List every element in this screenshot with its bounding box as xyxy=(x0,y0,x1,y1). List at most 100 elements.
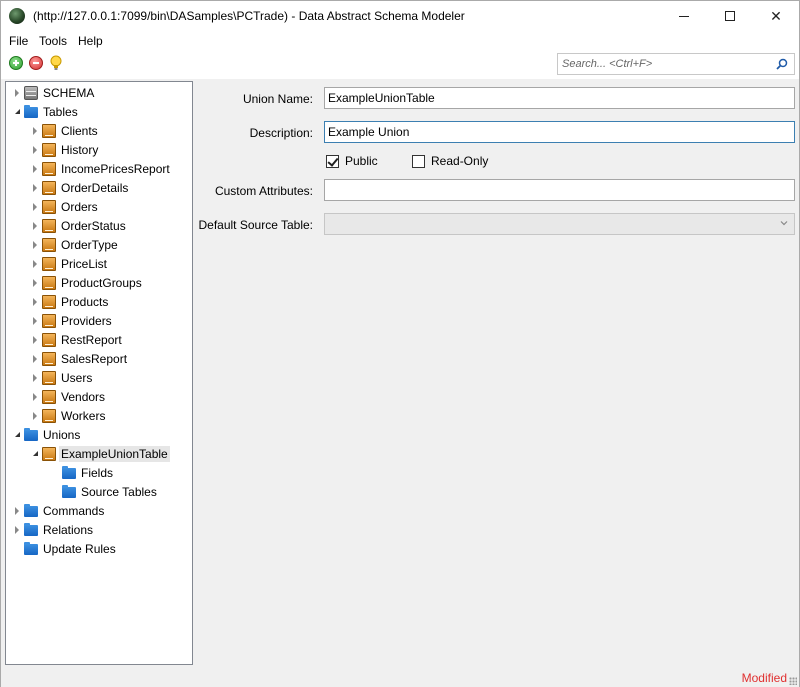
app-window: (http://127.0.0.1:7099/bin\DASamples\PCT… xyxy=(0,0,800,687)
union-name-input[interactable] xyxy=(324,87,795,109)
table-icon xyxy=(42,180,56,195)
folder-icon xyxy=(24,523,38,536)
schema-tree[interactable]: SCHEMA Tables Clients History IncomePrices… xyxy=(5,81,193,665)
expander-icon[interactable] xyxy=(12,88,22,98)
tree-node-table[interactable]: Orders xyxy=(30,197,100,216)
tree-node-schema[interactable]: SCHEMA xyxy=(12,83,96,102)
tree-node-table[interactable]: SalesReport xyxy=(30,349,129,368)
expander-icon[interactable] xyxy=(12,525,22,535)
table-icon xyxy=(42,294,56,309)
resize-grip-icon[interactable] xyxy=(789,677,797,685)
tree-label: ProductGroups xyxy=(61,275,142,290)
expander-icon[interactable] xyxy=(30,316,40,326)
tree-label: Update Rules xyxy=(43,541,116,556)
expander-icon[interactable] xyxy=(30,297,40,307)
tree-node-commands[interactable]: Commands xyxy=(12,501,106,520)
tree-node-table[interactable]: History xyxy=(30,140,100,159)
union-name-label: Union Name: xyxy=(242,92,313,106)
minimize-button[interactable] xyxy=(661,1,707,31)
table-icon xyxy=(42,123,56,138)
search-box[interactable] xyxy=(557,53,795,75)
tree-node-table[interactable]: PriceList xyxy=(30,254,109,273)
tree-node-relations[interactable]: Relations xyxy=(12,520,95,539)
expander-icon[interactable] xyxy=(30,183,40,193)
search-input[interactable] xyxy=(558,54,768,74)
menu-help[interactable]: Help xyxy=(78,34,103,48)
folder-icon xyxy=(62,466,76,479)
custom-attributes-label: Custom Attributes: xyxy=(214,184,313,198)
tree-node-table[interactable]: RestReport xyxy=(30,330,124,349)
expander-icon[interactable] xyxy=(30,392,40,402)
search-icon[interactable] xyxy=(776,58,788,70)
expander-icon[interactable] xyxy=(30,145,40,155)
expander-icon[interactable] xyxy=(30,164,40,174)
maximize-button[interactable] xyxy=(707,1,753,31)
expander-icon[interactable] xyxy=(12,107,22,117)
expander-icon[interactable] xyxy=(30,202,40,212)
public-label: Public xyxy=(345,154,378,168)
tree-node-update-rules[interactable]: Update Rules xyxy=(12,539,118,558)
expander-icon[interactable] xyxy=(30,335,40,345)
tree-label: Relations xyxy=(43,522,94,537)
expander-icon[interactable] xyxy=(12,506,22,516)
expander-icon[interactable] xyxy=(30,278,40,288)
tree-node-table[interactable]: OrderType xyxy=(30,235,120,254)
tree-node-table[interactable]: ProductGroups xyxy=(30,273,144,292)
tree-node-table[interactable]: Vendors xyxy=(30,387,107,406)
read-only-checkbox[interactable]: Read-Only xyxy=(412,154,488,168)
table-icon xyxy=(42,446,56,461)
title-bar: (http://127.0.0.1:7099/bin\DASamples\PCT… xyxy=(1,1,799,31)
tree-label: SCHEMA xyxy=(43,85,95,100)
custom-attributes-input[interactable] xyxy=(324,179,795,201)
default-source-table-select[interactable] xyxy=(324,213,795,235)
tree-node-table[interactable]: Workers xyxy=(30,406,107,425)
expander-icon[interactable] xyxy=(30,411,40,421)
table-icon xyxy=(42,408,56,423)
table-icon xyxy=(42,313,56,328)
table-icon xyxy=(42,332,56,347)
table-icon xyxy=(42,161,56,176)
expander-icon[interactable] xyxy=(30,259,40,269)
tree-node-example-union-table[interactable]: ExampleUnionTable xyxy=(30,444,170,463)
window-title: (http://127.0.0.1:7099/bin\DASamples\PCT… xyxy=(33,9,465,23)
checkbox-checked-icon[interactable] xyxy=(326,154,339,168)
tree-node-table[interactable]: Providers xyxy=(30,311,114,330)
tree-node-table[interactable]: Users xyxy=(30,368,94,387)
expander-icon[interactable] xyxy=(30,221,40,231)
close-button[interactable]: ✕ xyxy=(753,1,799,31)
expander-icon[interactable] xyxy=(30,373,40,383)
remove-icon[interactable] xyxy=(29,56,43,70)
tree-node-tables[interactable]: Tables xyxy=(12,102,80,121)
expander-icon[interactable] xyxy=(30,126,40,136)
add-icon[interactable] xyxy=(9,56,23,70)
tree-node-table[interactable]: Products xyxy=(30,292,110,311)
description-label: Description: xyxy=(249,126,313,140)
tree-label: SalesReport xyxy=(61,351,128,366)
description-input[interactable] xyxy=(324,121,795,143)
expander-icon[interactable] xyxy=(30,354,40,364)
table-icon xyxy=(42,370,56,385)
read-only-label: Read-Only xyxy=(431,154,489,168)
maximize-icon xyxy=(725,11,735,21)
tree-node-fields[interactable]: Fields xyxy=(50,463,115,482)
folder-icon xyxy=(62,485,76,498)
tree-node-table[interactable]: IncomePricesReport xyxy=(30,159,172,178)
tree-label: Workers xyxy=(61,408,106,423)
public-checkbox[interactable]: Public xyxy=(326,154,378,168)
table-icon xyxy=(42,237,56,252)
expander-icon[interactable] xyxy=(12,430,22,440)
checkbox-unchecked-icon[interactable] xyxy=(412,154,425,168)
tree-node-source-tables[interactable]: Source Tables xyxy=(50,482,159,501)
tree-label: OrderType xyxy=(61,237,118,252)
menu-tools[interactable]: Tools xyxy=(39,34,67,48)
tree-label: Vendors xyxy=(61,389,106,404)
tree-node-unions[interactable]: Unions xyxy=(12,425,82,444)
expander-icon[interactable] xyxy=(30,240,40,250)
menu-file[interactable]: File xyxy=(9,34,28,48)
folder-icon xyxy=(24,542,38,555)
status-bar: Modified xyxy=(1,667,799,687)
tree-node-table[interactable]: Clients xyxy=(30,121,100,140)
tree-label: Providers xyxy=(61,313,112,328)
lightbulb-icon[interactable] xyxy=(50,55,62,71)
expander-icon[interactable] xyxy=(30,449,40,459)
